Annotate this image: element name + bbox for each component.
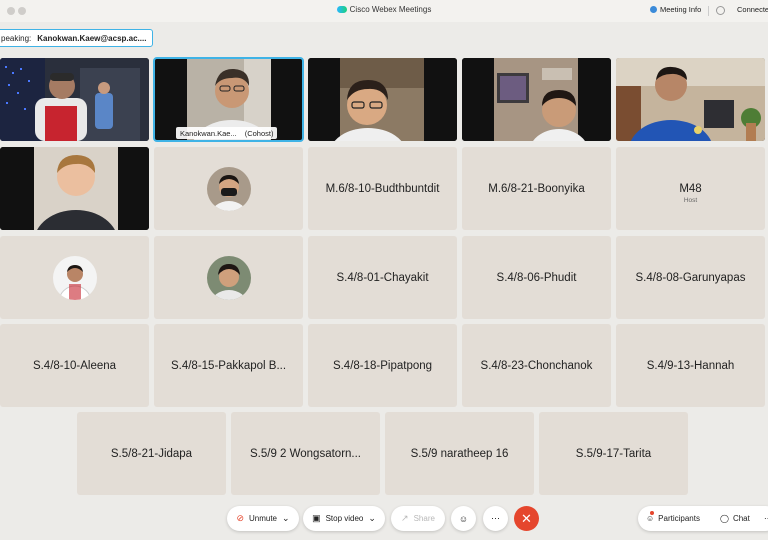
more-panels-button[interactable]: ⋯	[764, 506, 768, 531]
participant-video-tile[interactable]	[0, 58, 149, 141]
divider	[708, 6, 709, 16]
close-icon: ✕	[521, 510, 532, 526]
chat-button[interactable]: ◯ Chat	[720, 506, 750, 531]
end-call-button[interactable]: ✕	[514, 506, 539, 531]
participant-tile[interactable]: S.4/8-15-Pakkapol B...	[154, 324, 303, 407]
participant-name: S.4/8-06-Phudit	[496, 271, 577, 284]
participant-tile[interactable]: S.5/8-21-Jidapa	[77, 412, 226, 495]
more-icon: ⋯	[764, 514, 768, 523]
active-speaker-name: Kanokwan.Kaew@acsp.ac....	[37, 33, 147, 43]
participant-avatar	[52, 255, 97, 300]
participant-tile[interactable]: S.4/8-10-Aleena	[0, 324, 149, 407]
more-options-button[interactable]: ⋯	[483, 506, 508, 531]
participant-video-tile[interactable]	[616, 58, 765, 141]
participant-tile[interactable]	[0, 236, 149, 319]
participant-video	[0, 58, 149, 141]
chevron-down-icon[interactable]: ⌄	[368, 513, 376, 524]
participant-name: S.5/9-17-Tarita	[575, 447, 652, 460]
participant-name: S.5/9 2 Wongsatorn...	[249, 447, 362, 460]
chat-bubble-icon: ◯	[720, 514, 729, 523]
connection-status[interactable]: Connected	[737, 5, 768, 14]
participant-avatar	[206, 166, 251, 211]
participant-avatar	[206, 255, 251, 300]
participant-name: S.4/8-01-Chayakit	[336, 271, 429, 284]
participant-name: S.4/8-10-Aleena	[32, 359, 117, 372]
participant-video	[308, 58, 457, 141]
meeting-info-button[interactable]: Meeting Info	[650, 5, 701, 14]
participant-name: M48	[679, 182, 702, 195]
participant-video-tile-active[interactable]: Kanokwan.Kae... (Cohost)	[153, 57, 304, 142]
active-speaker-indicator: peaking: Kanokwan.Kaew@acsp.ac....	[0, 29, 154, 47]
participant-tile[interactable]: S.4/8-06-Phudit	[462, 236, 611, 319]
smiley-icon: ☺	[458, 513, 469, 524]
title-bar: Cisco Webex Meetings Meeting Info Connec…	[0, 0, 768, 22]
chevron-down-icon[interactable]: ⌄	[282, 513, 290, 524]
participant-name: S.4/8-15-Pakkapol B...	[170, 359, 287, 372]
participant-role: Host	[683, 197, 698, 204]
participant-tile-host[interactable]: M48 Host	[616, 147, 765, 230]
participant-name: S.4/8-23-Chonchanok	[480, 359, 593, 372]
participant-tile[interactable]: S.5/9-17-Tarita	[539, 412, 688, 495]
participant-video-tile[interactable]	[308, 58, 457, 141]
connection-status-icon[interactable]	[716, 6, 725, 15]
muted-microphone-icon: ⊘	[236, 513, 244, 523]
participant-video-tile[interactable]	[462, 58, 611, 141]
participant-tile[interactable]: S.4/8-18-Pipatpong	[308, 324, 457, 407]
participant-tile[interactable]: S.4/8-01-Chayakit	[308, 236, 457, 319]
participant-tile[interactable]: M.6/8-10-Budthbuntdit	[308, 147, 457, 230]
participant-tile[interactable]: S.4/8-08-Garunyapas	[616, 236, 765, 319]
webex-logo-icon	[336, 6, 347, 13]
panel-buttons-group: ☺ Participants ◯ Chat ⋯	[638, 506, 768, 531]
participant-name: S.4/8-08-Garunyapas	[635, 271, 746, 284]
info-icon	[650, 6, 657, 13]
participant-tile[interactable]	[154, 147, 303, 230]
participant-name: M.6/8-10-Budthbuntdit	[325, 182, 440, 195]
participant-video	[616, 58, 765, 141]
participant-video-tile[interactable]	[0, 147, 149, 230]
participant-name: M.6/8-21-Boonyika	[488, 182, 585, 195]
participant-tile[interactable]: S.4/8-23-Chonchanok	[462, 324, 611, 407]
participant-name: S.5/9 naratheep 16	[410, 447, 509, 460]
participant-name: S.4/8-18-Pipatpong	[332, 359, 433, 372]
participant-name: S.5/8-21-Jidapa	[110, 447, 193, 460]
participant-video	[462, 58, 611, 141]
share-button[interactable]: ↗ Share	[391, 506, 445, 531]
person-icon: ☺	[646, 514, 655, 523]
participant-name-chip: Kanokwan.Kae... (Cohost)	[176, 127, 278, 139]
participant-tile[interactable]: S.4/9-13-Hannah	[616, 324, 765, 407]
participants-button[interactable]: ☺ Participants	[646, 506, 700, 531]
participant-tile[interactable]	[154, 236, 303, 319]
unmute-button[interactable]: ⊘ Unmute ⌄	[227, 506, 299, 531]
stop-video-button[interactable]: ▣ Stop video ⌄	[303, 506, 385, 531]
share-icon: ↗	[401, 513, 409, 523]
notification-dot	[650, 511, 654, 515]
reactions-button[interactable]: ☺	[451, 506, 476, 531]
participant-tile[interactable]: S.5/9 2 Wongsatorn...	[231, 412, 380, 495]
video-camera-icon: ▣	[312, 513, 321, 523]
participant-tile[interactable]: M.6/8-21-Boonyika	[462, 147, 611, 230]
more-icon: ⋯	[491, 513, 500, 523]
participant-name: S.4/9-13-Hannah	[646, 359, 735, 372]
participant-tile[interactable]: S.5/9 naratheep 16	[385, 412, 534, 495]
participant-video	[0, 147, 149, 230]
